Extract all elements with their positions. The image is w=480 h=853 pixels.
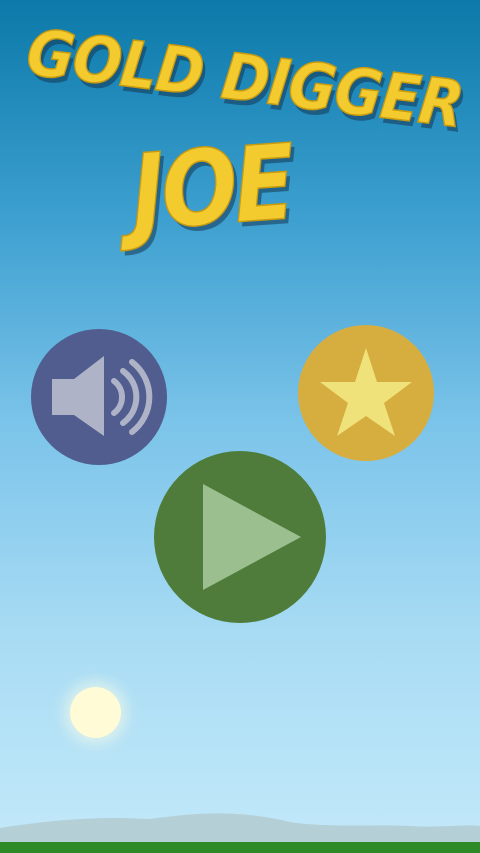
background-hills: [0, 813, 480, 846]
ground-strip: [0, 842, 480, 853]
play-button[interactable]: [154, 451, 326, 623]
game-title-line-2: JOE: [127, 120, 297, 254]
star-icon: [320, 348, 412, 436]
play-icon: [203, 484, 301, 590]
rate-star-button[interactable]: [298, 325, 434, 461]
speaker-icon: [52, 356, 153, 436]
sun: [70, 687, 121, 738]
game-screen: GOLD DIGGER JOE: [0, 0, 480, 853]
sound-toggle-button[interactable]: [31, 329, 167, 465]
